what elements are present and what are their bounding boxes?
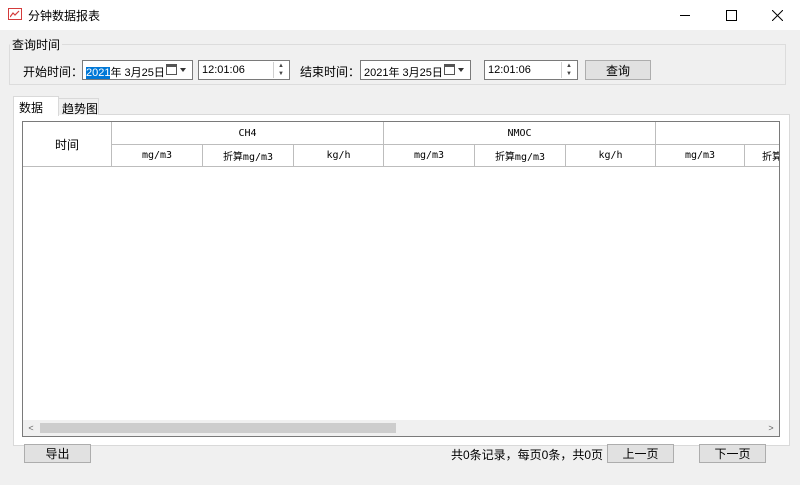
tab-data[interactable]: 数据 <box>13 96 59 116</box>
column-group-third <box>656 122 779 145</box>
column-header-nmoc-mg[interactable]: mg/m3 <box>384 145 475 167</box>
horizontal-scrollbar[interactable]: < > <box>23 420 779 436</box>
column-header-third-zs[interactable]: 折算 <box>745 145 779 167</box>
export-button[interactable]: 导出 <box>24 444 91 463</box>
minimize-icon <box>680 14 690 16</box>
column-header-third-mg[interactable]: mg/m3 <box>656 145 745 167</box>
end-time-stepper[interactable]: 12:01:06 ▲ ▼ <box>484 60 578 80</box>
close-icon <box>771 9 783 21</box>
column-header-ch4-kgh[interactable]: kg/h <box>294 145 384 167</box>
start-date-picker[interactable]: 2021年 3月25日 <box>82 60 193 80</box>
calendar-dropdown-icon[interactable] <box>443 63 467 77</box>
start-date-rest: 年 3月25日 <box>110 67 165 79</box>
close-button[interactable] <box>754 0 800 30</box>
scrollbar-thumb[interactable] <box>40 423 396 433</box>
start-year-value: 2021 <box>86 67 111 79</box>
end-date-value: 2021年 3月25日 <box>364 67 443 79</box>
spin-updown-icon[interactable]: ▲ ▼ <box>561 62 576 78</box>
query-button[interactable]: 查询 <box>585 60 651 80</box>
column-header-nmoc-zs[interactable]: 折算mg/m3 <box>475 145 566 167</box>
start-time-value: 12:01:06 <box>202 64 245 76</box>
prev-page-button[interactable]: 上一页 <box>607 444 674 463</box>
column-group-nmoc: NMOC <box>384 122 656 145</box>
start-time-stepper[interactable]: 12:01:06 ▲ ▼ <box>198 60 290 80</box>
column-header-nmoc-kgh[interactable]: kg/h <box>566 145 656 167</box>
column-group-ch4: CH4 <box>112 122 384 145</box>
column-header-time[interactable]: 时间 <box>23 122 112 167</box>
paging-status: 共0条记录，每页0条，共0页 <box>451 448 604 462</box>
chevron-right-icon[interactable]: > <box>763 420 779 436</box>
next-page-button[interactable]: 下一页 <box>699 444 766 463</box>
chart-icon <box>8 8 22 20</box>
tab-trend[interactable]: 趋势图 <box>58 98 99 116</box>
maximize-button[interactable] <box>708 0 754 30</box>
end-time-value: 12:01:06 <box>488 64 531 76</box>
column-header-ch4-zs[interactable]: 折算mg/m3 <box>203 145 294 167</box>
spin-updown-icon[interactable]: ▲ ▼ <box>273 62 288 78</box>
chevron-left-icon[interactable]: < <box>23 420 39 436</box>
title-bar: 分钟数据报表 <box>0 0 800 30</box>
tab-trend-label: 趋势图 <box>62 102 99 116</box>
start-time-label: 开始时间： <box>23 65 84 79</box>
calendar-dropdown-icon[interactable] <box>165 63 189 77</box>
end-date-picker[interactable]: 2021年 3月25日 <box>360 60 471 80</box>
column-header-ch4-mg[interactable]: mg/m3 <box>112 145 203 167</box>
window-title: 分钟数据报表 <box>28 9 101 23</box>
data-grid[interactable]: 时间 CH4 NMOC mg/m3 折算mg/m3 kg/h mg/m3 折算m… <box>22 121 780 437</box>
minimize-button[interactable] <box>662 0 708 30</box>
tab-data-label: 数据 <box>19 101 44 115</box>
query-group-label: 查询时间 <box>10 36 63 53</box>
end-time-label: 结束时间： <box>300 65 361 79</box>
maximize-icon <box>725 9 737 21</box>
